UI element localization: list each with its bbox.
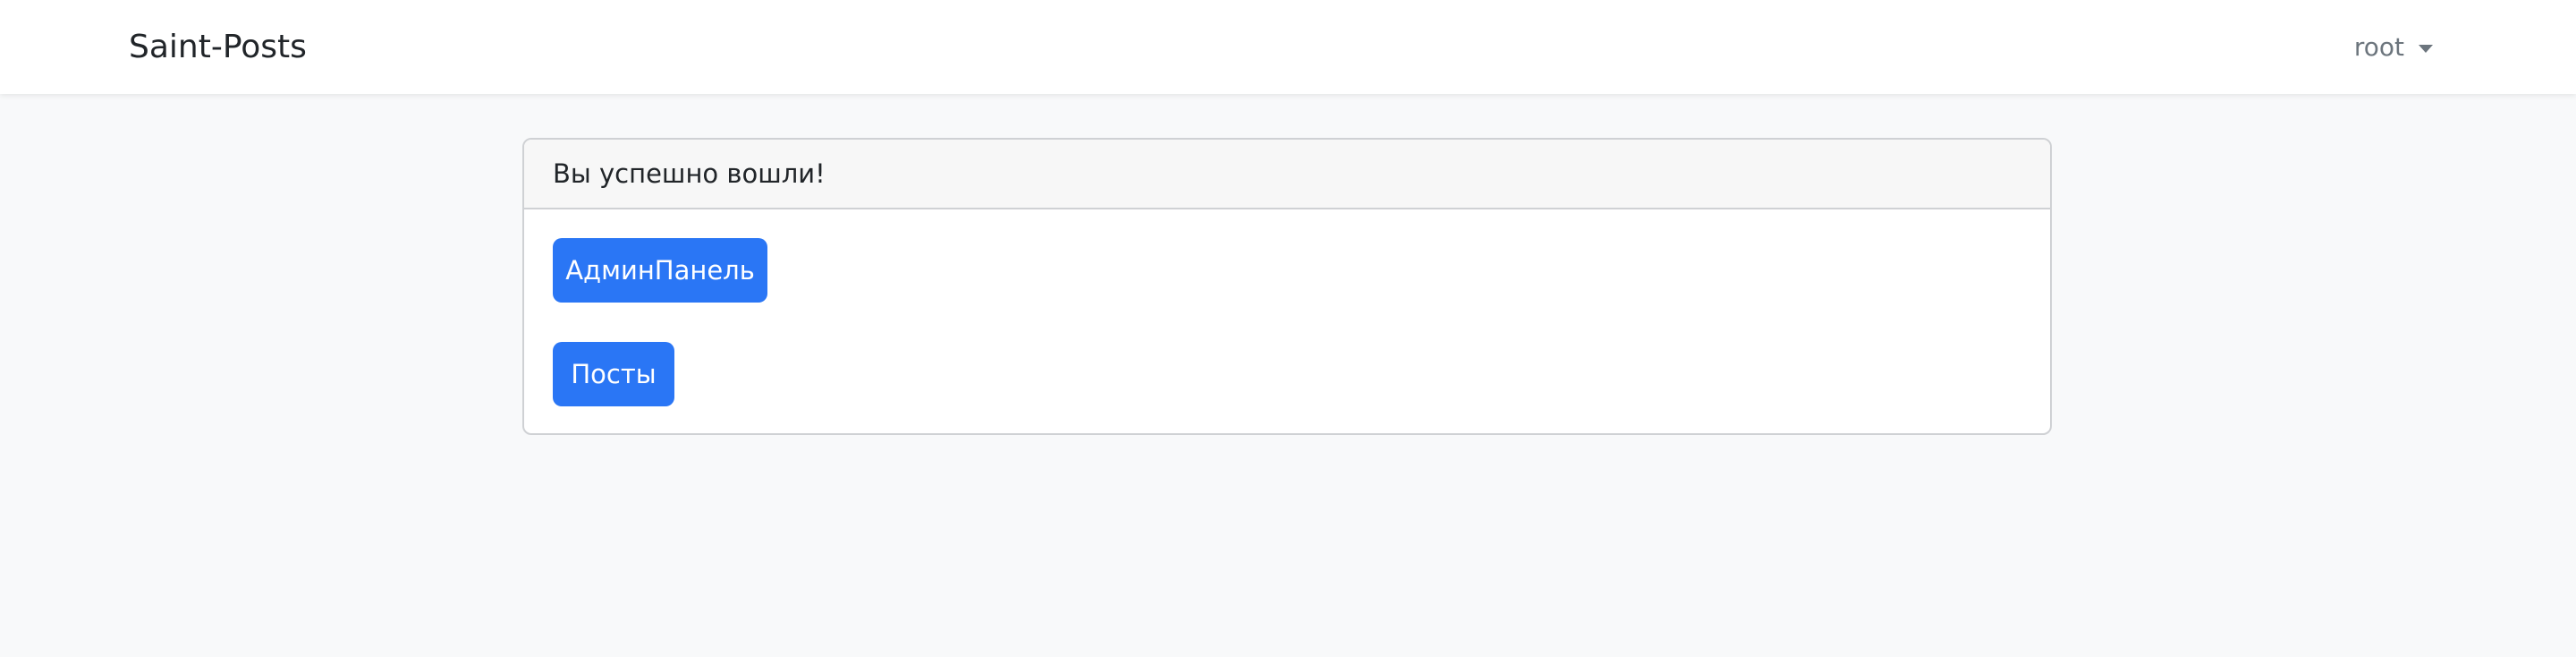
posts-button[interactable]: Посты <box>553 342 674 406</box>
user-dropdown-toggle[interactable]: root <box>2354 0 2433 94</box>
card-header: Вы успешно вошли! <box>524 140 2050 209</box>
admin-panel-button[interactable]: АдминПанель <box>553 238 767 303</box>
brand-link[interactable]: Saint-Posts <box>129 0 307 94</box>
login-status-card: Вы успешно вошли! АдминПанель Посты <box>522 138 2052 435</box>
caret-down-icon <box>2419 44 2433 53</box>
user-name: root <box>2353 32 2404 62</box>
card-body: АдминПанель Посты <box>524 209 2050 433</box>
navbar: Saint-Posts root <box>0 0 2576 94</box>
card-header-text: Вы успешно вошли! <box>553 158 826 189</box>
